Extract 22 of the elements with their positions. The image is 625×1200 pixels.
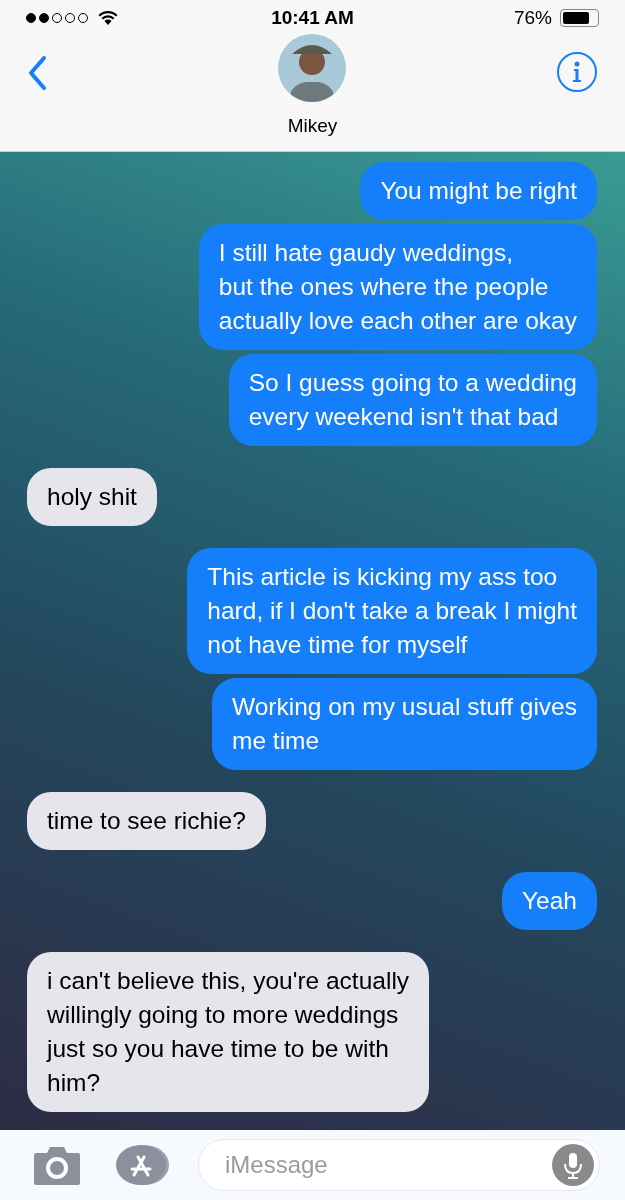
app-store-icon bbox=[114, 1144, 172, 1186]
received-message-bubble: time to see richie? bbox=[27, 792, 266, 850]
microphone-icon[interactable] bbox=[552, 1144, 594, 1186]
chevron-left-icon bbox=[27, 55, 47, 91]
sent-message-bubble: Yeah bbox=[502, 872, 597, 930]
received-message-bubble: holy shit bbox=[27, 468, 157, 526]
sent-message-bubble: This article is kicking my ass too hard, if I don't take a break I might not have time for myself bbox=[187, 548, 597, 674]
battery-percent: 76% bbox=[513, 5, 552, 30]
sent-message-bubble: You might be right bbox=[360, 162, 597, 220]
app-store-button[interactable] bbox=[114, 1144, 172, 1186]
sent-message-bubble: Working on my usual stuff gives me time bbox=[212, 678, 597, 770]
camera-icon bbox=[33, 1145, 81, 1185]
info-icon bbox=[572, 61, 582, 83]
wifi-icon bbox=[98, 10, 118, 26]
battery-icon bbox=[560, 9, 599, 27]
received-message-bubble: i can't believe this, you're actually willingly going to more weddings just so you have time to be with him? bbox=[27, 952, 430, 1112]
sent-message-bubble: I still hate gaudy weddings, but the ones where the people actually love each other are okay bbox=[198, 224, 597, 350]
status-time: 10:41 AM bbox=[271, 5, 354, 30]
message-field[interactable]: iMessage bbox=[198, 1139, 600, 1191]
info-button[interactable] bbox=[557, 52, 597, 92]
contact-name: Mikey bbox=[286, 114, 339, 138]
sent-message-bubble: So I guess going to a wedding every weekend isn't that bad bbox=[228, 354, 597, 446]
